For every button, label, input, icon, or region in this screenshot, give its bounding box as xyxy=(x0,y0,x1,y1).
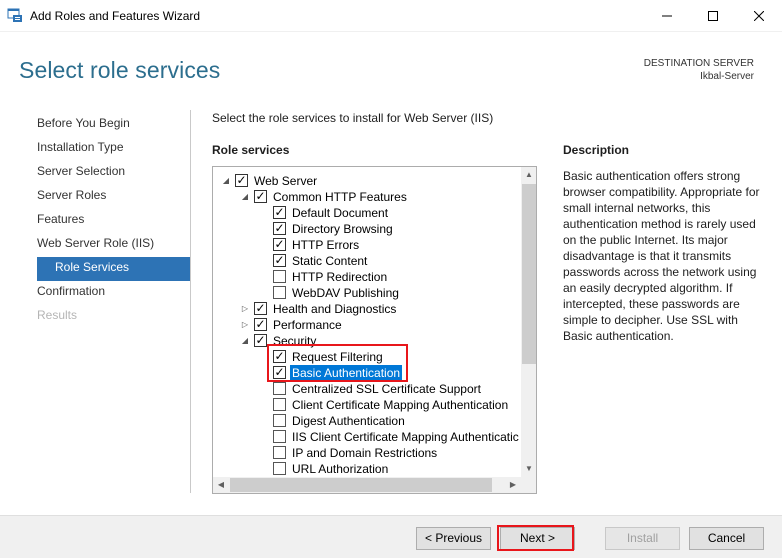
checkbox[interactable]: ✓ xyxy=(273,222,286,235)
tree-item-label[interactable]: Static Content xyxy=(292,253,367,269)
expand-arrow-icon[interactable]: ▷ xyxy=(240,319,250,331)
tree-item[interactable]: ✓ HTTP Errors xyxy=(213,237,521,253)
destination-server-info: DESTINATION SERVER Ikbal-Server xyxy=(644,57,754,83)
window-title: Add Roles and Features Wizard xyxy=(30,9,201,23)
tree-item-label[interactable]: HTTP Errors xyxy=(292,237,359,253)
nav-item-installation-type[interactable]: Installation Type xyxy=(37,137,190,161)
scroll-down-arrow-icon[interactable]: ▼ xyxy=(521,461,536,477)
tree-item-label[interactable]: Client Certificate Mapping Authenticatio… xyxy=(292,397,508,413)
checkbox[interactable]: ✓ xyxy=(254,334,267,347)
title-bar: Add Roles and Features Wizard xyxy=(0,0,782,32)
nav-item-server-roles[interactable]: Server Roles xyxy=(37,185,190,209)
tree-item[interactable]: ✓ Directory Browsing xyxy=(213,221,521,237)
horizontal-scrollbar[interactable]: ◀ ▶ xyxy=(213,477,521,493)
nav-item-web-server-role-iis[interactable]: Web Server Role (IIS) xyxy=(37,233,190,257)
close-icon xyxy=(754,11,764,21)
tree-item-label[interactable]: URL Authorization xyxy=(292,461,388,477)
tree-items: ◢ ✓ Web Server ◢ ✓ Common HTTP Features ✓ Defau… xyxy=(213,173,521,477)
tree-item[interactable]: ◢ ✓ Common HTTP Features xyxy=(213,189,521,205)
checkbox[interactable] xyxy=(273,462,286,475)
tree-item[interactable]: ◢ ✓ Web Server xyxy=(213,173,521,189)
tree-item[interactable]: Client Certificate Mapping Authenticatio… xyxy=(213,397,521,413)
checkbox[interactable]: ✓ xyxy=(254,302,267,315)
tree-item[interactable]: WebDAV Publishing xyxy=(213,285,521,301)
scroll-up-arrow-icon[interactable]: ▲ xyxy=(521,167,536,183)
tree-item-label[interactable]: Health and Diagnostics xyxy=(273,301,396,317)
tree-item-label[interactable]: IP and Domain Restrictions xyxy=(292,445,437,461)
tree-item[interactable]: IP and Domain Restrictions xyxy=(213,445,521,461)
maximize-button[interactable] xyxy=(690,0,736,32)
checkbox[interactable] xyxy=(273,382,286,395)
nav-item-results: Results xyxy=(37,308,78,322)
checkbox[interactable]: ✓ xyxy=(235,174,248,187)
description-header: Description xyxy=(563,143,630,157)
collapse-arrow-icon[interactable]: ◢ xyxy=(221,175,231,187)
checkbox[interactable]: ✓ xyxy=(254,190,267,203)
scrollbar-corner xyxy=(521,477,536,493)
tree-item[interactable]: Centralized SSL Certificate Support xyxy=(213,381,521,397)
wizard-navigation: Before You Begin Installation Type Server … xyxy=(37,113,190,329)
close-button[interactable] xyxy=(736,0,782,32)
scroll-right-arrow-icon[interactable]: ▶ xyxy=(505,477,521,493)
tree-item-label[interactable]: Common HTTP Features xyxy=(273,189,407,205)
checkbox[interactable]: ✓ xyxy=(273,254,286,267)
tree-item[interactable]: ✓ Default Document xyxy=(213,205,521,221)
destination-server-label: DESTINATION SERVER xyxy=(643,58,754,69)
highlight-box-security-items xyxy=(267,344,408,382)
nav-divider xyxy=(190,110,191,493)
tree-item[interactable]: ▷ ✓ Performance xyxy=(213,317,521,333)
tree-item-label[interactable]: IIS Client Certificate Mapping Authentic… xyxy=(292,429,519,445)
checkbox[interactable]: ✓ xyxy=(273,238,286,251)
checkbox[interactable] xyxy=(273,430,286,443)
checkbox[interactable] xyxy=(273,414,286,427)
scroll-left-arrow-icon[interactable]: ◀ xyxy=(213,477,229,493)
collapse-arrow-icon[interactable]: ◢ xyxy=(240,335,250,347)
checkbox[interactable]: ✓ xyxy=(254,318,267,331)
nav-item-before-you-begin[interactable]: Before You Begin xyxy=(37,113,190,137)
cancel-button[interactable]: Cancel xyxy=(689,527,764,550)
horizontal-scroll-thumb[interactable] xyxy=(230,478,492,492)
tree-item[interactable]: ✓ Static Content xyxy=(213,253,521,269)
collapse-arrow-icon[interactable]: ◢ xyxy=(240,191,250,203)
tree-item[interactable]: IIS Client Certificate Mapping Authentic… xyxy=(213,429,521,445)
minimize-icon xyxy=(662,15,672,17)
expand-arrow-icon[interactable]: ▷ xyxy=(240,303,250,315)
tree-item-label[interactable]: Directory Browsing xyxy=(292,221,393,237)
checkbox[interactable]: ✓ xyxy=(273,206,286,219)
tree-item[interactable]: URL Authorization xyxy=(213,461,521,477)
minimize-button[interactable] xyxy=(644,0,690,32)
role-services-header: Role services xyxy=(212,143,290,157)
vertical-scrollbar[interactable]: ▲ ▼ xyxy=(521,167,536,477)
maximize-icon xyxy=(708,11,718,21)
tree-item-label[interactable]: Default Document xyxy=(292,205,388,221)
install-button[interactable]: Install xyxy=(605,527,680,550)
server-manager-icon xyxy=(7,7,23,23)
nav-item-role-services[interactable]: Role Services xyxy=(37,257,190,281)
page-title: Select role services xyxy=(19,57,221,83)
nav-item-features[interactable]: Features xyxy=(37,209,190,233)
destination-server-name: Ikbal-Server xyxy=(700,71,754,82)
checkbox[interactable] xyxy=(273,270,286,283)
nav-item-server-selection[interactable]: Server Selection xyxy=(37,161,190,185)
tree-item-label[interactable]: WebDAV Publishing xyxy=(292,285,399,301)
tree-item[interactable]: HTTP Redirection xyxy=(213,269,521,285)
instruction-text: Select the role services to install for … xyxy=(212,111,494,125)
highlight-box-next xyxy=(497,525,574,551)
tree-item-label[interactable]: Centralized SSL Certificate Support xyxy=(292,381,481,397)
tree-item-label[interactable]: Performance xyxy=(273,317,342,333)
tree-item[interactable]: Digest Authentication xyxy=(213,413,521,429)
tree-item-label[interactable]: HTTP Redirection xyxy=(292,269,387,285)
description-text: Basic authentication offers strong brows… xyxy=(563,169,760,343)
checkbox[interactable] xyxy=(273,446,286,459)
vertical-scroll-thumb[interactable] xyxy=(522,184,536,364)
checkbox[interactable] xyxy=(273,398,286,411)
role-services-tree[interactable]: ◢ ✓ Web Server ◢ ✓ Common HTTP Features ✓ Defau… xyxy=(212,166,537,494)
previous-button[interactable]: < Previous xyxy=(416,527,491,550)
nav-item-confirmation[interactable]: Confirmation xyxy=(37,281,190,305)
tree-item-label[interactable]: Web Server xyxy=(254,173,317,189)
checkbox[interactable] xyxy=(273,286,286,299)
tree-item[interactable]: ▷ ✓ Health and Diagnostics xyxy=(213,301,521,317)
tree-item-label[interactable]: Digest Authentication xyxy=(292,413,405,429)
